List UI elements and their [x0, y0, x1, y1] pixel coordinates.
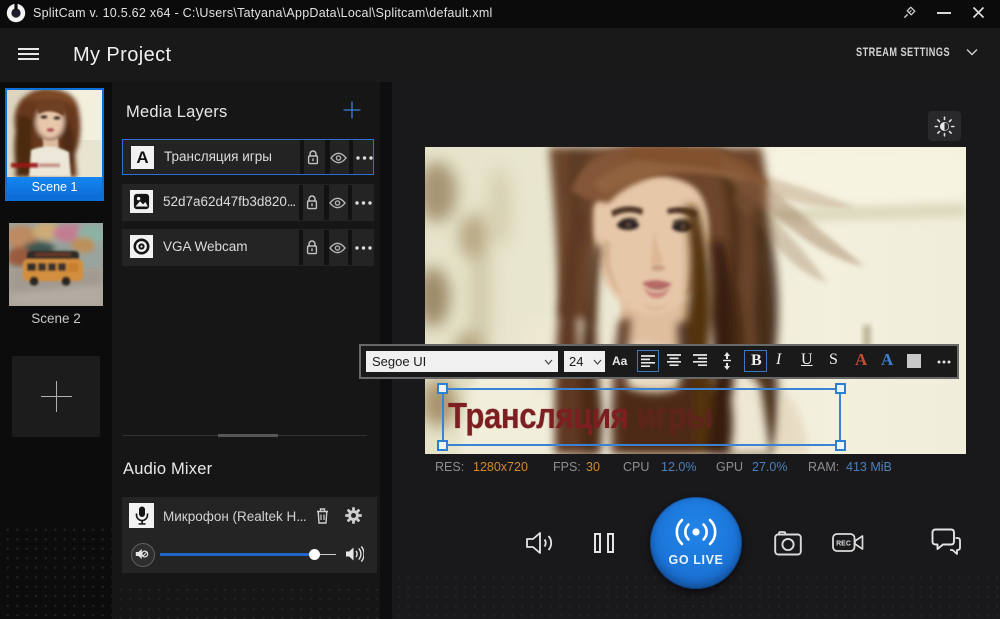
svg-text:REC: REC	[836, 540, 851, 547]
